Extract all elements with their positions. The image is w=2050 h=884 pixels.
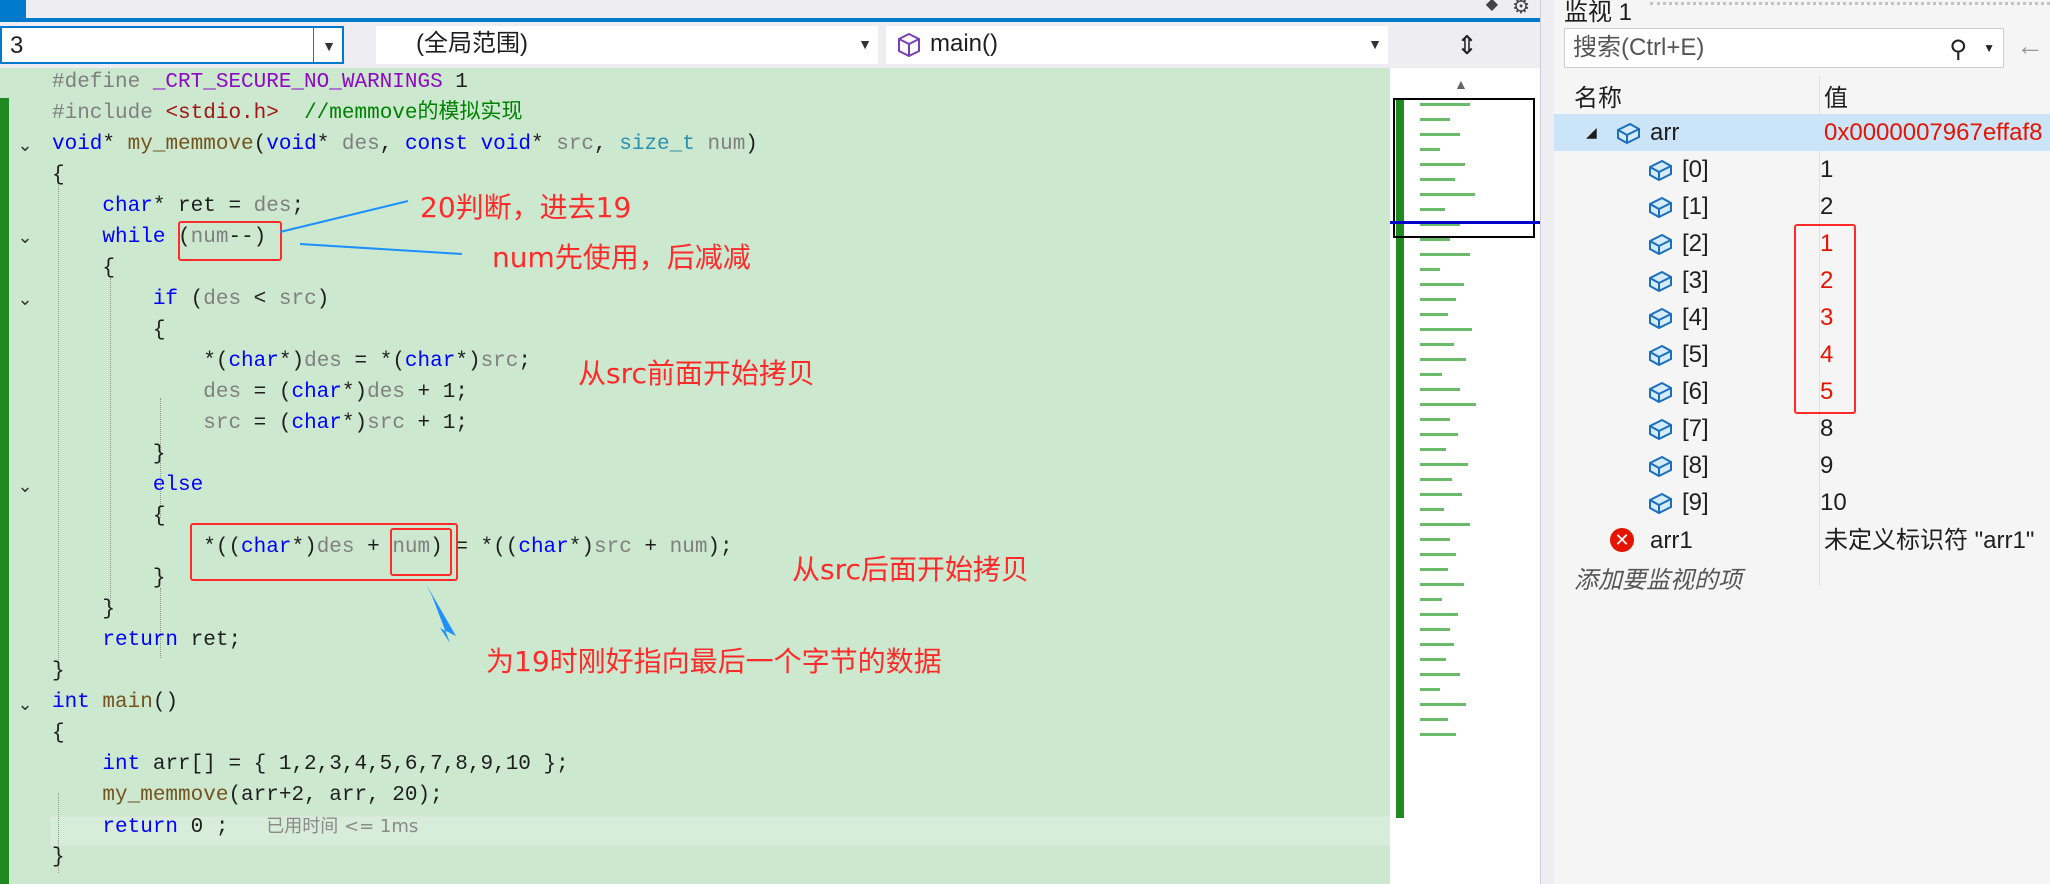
project-dropdown-value: 3 xyxy=(10,32,24,59)
highlight-box-copied-values xyxy=(1794,224,1856,414)
function-dropdown[interactable]: main() ▼ xyxy=(886,26,1388,64)
variable-cube-icon xyxy=(1649,381,1672,404)
watch-panel: 监视 1 搜索(Ctrl+E) ⚲ ▼ ← 名称 值 ◢ arr 0x00000… xyxy=(1554,0,2050,884)
variable-cube-icon xyxy=(1649,455,1672,478)
annotation-text: 为19时刚好指向最后一个字节的数据 xyxy=(486,645,942,678)
column-header-value[interactable]: 值 xyxy=(1824,78,1848,113)
watch-row-value: 9 xyxy=(1820,452,1834,479)
back-arrow-icon[interactable]: ← xyxy=(2016,30,2044,62)
annotation-text: num先使用，后减减 xyxy=(492,241,751,274)
watch-row-element[interactable]: [8] 9 xyxy=(1554,447,2050,484)
arrow-line xyxy=(299,243,463,255)
watch-row-name: [5] xyxy=(1682,341,1709,368)
watch-row-element[interactable]: [0] 1 xyxy=(1554,151,2050,188)
annotation-text: 20判断，进去19 xyxy=(420,191,632,224)
gear-icon[interactable]: ⚙ xyxy=(1512,0,1530,19)
scroll-up-icon[interactable]: ▲ xyxy=(1454,76,1468,92)
watch-row-name: [6] xyxy=(1682,378,1709,405)
watch-row-element[interactable]: [1] 2 xyxy=(1554,188,2050,225)
watch-row-name: [9] xyxy=(1682,489,1709,516)
panel-drag-grip[interactable] xyxy=(1650,2,2050,11)
variable-cube-icon xyxy=(1617,122,1640,145)
scope-dropdown-value: (全局范围) xyxy=(416,30,528,57)
watch-row-name: [7] xyxy=(1682,415,1709,442)
variable-cube-icon xyxy=(1649,196,1672,219)
chevron-down-icon: ▼ xyxy=(858,36,872,52)
split-window-button[interactable]: ⇕ xyxy=(1394,26,1540,64)
dropdown-icon[interactable]: ◆ xyxy=(1486,0,1498,14)
arrow-head xyxy=(426,584,456,643)
variable-cube-icon xyxy=(1649,307,1672,330)
navigation-bar: 3 ▼ (全局范围) ▼ main() ▼ ⇕ xyxy=(0,22,1540,69)
watch-row-name: [2] xyxy=(1682,230,1709,257)
watch-row-arr1[interactable]: ✕ arr1 未定义标识符 "arr1" xyxy=(1554,522,2050,559)
watch-row-value: 未定义标识符 "arr1" xyxy=(1824,527,2035,554)
watch-row-element[interactable]: [9] 10 xyxy=(1554,484,2050,521)
search-icon[interactable]: ⚲ xyxy=(1949,31,1967,69)
panel-splitter[interactable] xyxy=(1540,0,1555,884)
search-placeholder: 搜索(Ctrl+E) xyxy=(1573,34,1705,61)
split-icon: ⇕ xyxy=(1456,30,1478,60)
code-editor[interactable]: ⌄ ⌄ ⌄ ⌄ ⌄ #define _CRT_SECURE_NO_WARNING… xyxy=(0,68,1390,884)
watch-row-name: [1] xyxy=(1682,193,1709,220)
variable-cube-icon xyxy=(1649,492,1672,515)
annotation-text: 从src前面开始拷贝 xyxy=(578,357,815,390)
minimap-caret-line xyxy=(1390,221,1540,224)
watch-row-name: [0] xyxy=(1682,156,1709,183)
arrow-line xyxy=(279,200,409,233)
watch-row-value: 1 xyxy=(1820,156,1834,183)
watch-row-name: arr xyxy=(1650,119,1680,146)
chevron-down-icon: ▼ xyxy=(322,38,336,54)
error-icon: ✕ xyxy=(1610,528,1634,552)
variable-cube-icon xyxy=(1649,344,1672,367)
chevron-down-icon[interactable]: ▼ xyxy=(1983,29,1995,67)
annotation-text: 从src后面开始拷贝 xyxy=(792,553,1029,586)
variable-cube-icon xyxy=(1649,233,1672,256)
expand-triangle-icon[interactable]: ◢ xyxy=(1586,114,1597,151)
cube-icon xyxy=(898,32,920,58)
variable-cube-icon xyxy=(1649,270,1672,293)
watch-row-name: [3] xyxy=(1682,267,1709,294)
watch-search-input[interactable]: 搜索(Ctrl+E) ⚲ ▼ xyxy=(1564,28,2004,68)
variable-cube-icon xyxy=(1649,418,1672,441)
document-tab-strip: ◆ ⚙ xyxy=(0,0,1540,22)
watch-row-name: [4] xyxy=(1682,304,1709,331)
watch-row-arr[interactable]: ◢ arr 0x0000007967effaf8 xyxy=(1554,114,2050,151)
watch-row-value: 0x0000007967effaf8 xyxy=(1824,119,2043,146)
watch-row-value: 8 xyxy=(1820,415,1834,442)
annotation-arrows xyxy=(279,200,463,643)
add-watch-item[interactable]: 添加要监视的项 xyxy=(1574,560,1742,595)
scope-dropdown[interactable]: (全局范围) ▼ xyxy=(376,26,878,64)
code-minimap[interactable]: ▲ xyxy=(1390,68,1540,884)
watch-row-name: [8] xyxy=(1682,452,1709,479)
watch-row-name: arr1 xyxy=(1650,527,1693,554)
watch-panel-title: 监视 1 xyxy=(1564,0,1633,26)
watch-column-headers: 名称 值 xyxy=(1554,74,2050,112)
watch-row-element[interactable]: [7] 8 xyxy=(1554,410,2050,447)
function-dropdown-value: main() xyxy=(930,30,999,57)
minimap-viewport[interactable] xyxy=(1393,98,1535,238)
watch-row-value: 10 xyxy=(1820,489,1847,516)
watch-row-value: 2 xyxy=(1820,193,1834,220)
variable-cube-icon xyxy=(1649,159,1672,182)
project-dropdown[interactable]: 3 ▼ xyxy=(0,26,344,64)
column-header-name[interactable]: 名称 xyxy=(1574,78,1622,113)
chevron-down-icon: ▼ xyxy=(1368,36,1382,52)
